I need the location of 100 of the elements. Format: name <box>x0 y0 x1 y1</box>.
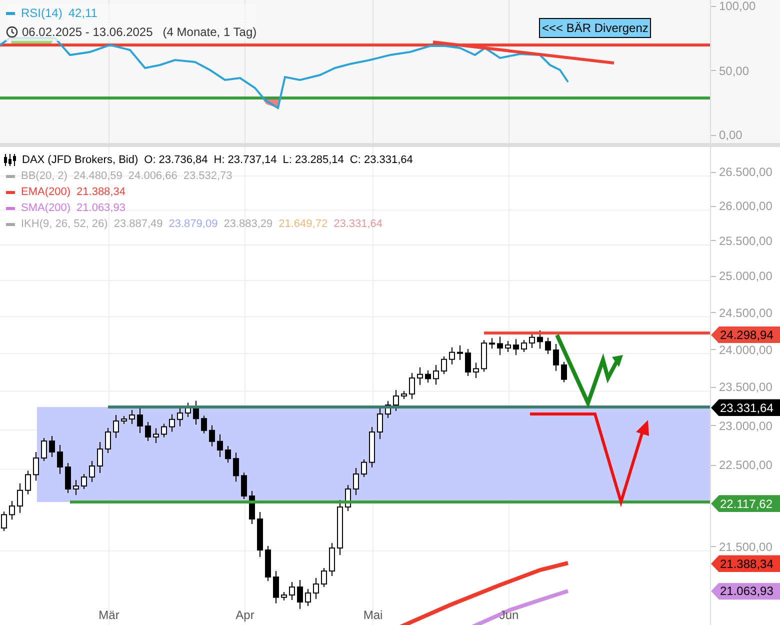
axis-tick-label: 0,00 <box>719 127 742 143</box>
candlestick <box>137 408 143 434</box>
candlestick <box>9 500 15 520</box>
candlestick <box>313 578 319 600</box>
x-axis-label: Jun <box>499 607 519 624</box>
candlestick <box>89 460 95 482</box>
candlestick <box>169 414 175 432</box>
axis-tick-label: 26.500,00 <box>719 164 772 180</box>
axis-tick-label: 23.500,00 <box>719 379 772 396</box>
ohlc-value: C: 23.331,64 <box>350 153 413 168</box>
candlestick <box>305 588 311 606</box>
candlestick <box>441 356 447 374</box>
candlestick <box>121 416 127 424</box>
axis-tick-label: 100,00 <box>719 0 756 14</box>
candlestick <box>289 582 295 600</box>
candlestick <box>521 340 527 352</box>
axis-tick-label: 25.000,00 <box>719 268 772 284</box>
candlestick <box>257 512 263 558</box>
ohlc-value: L: 23.285,14 <box>282 153 344 168</box>
candlestick <box>57 444 63 474</box>
candlestick <box>433 364 439 386</box>
instrument-title: DAX (JFD Brokers, Bid) <box>22 153 138 168</box>
candlestick <box>233 452 239 482</box>
candlestick <box>385 400 391 418</box>
candlestick <box>249 490 255 524</box>
axis-tick-label: 21.500,00 <box>719 538 772 555</box>
candlestick <box>225 446 231 464</box>
indicator-value: 23.883,29 <box>224 217 273 232</box>
axis-tick-label: 50,00 <box>719 62 750 78</box>
candlestick <box>337 500 343 556</box>
candlestick <box>193 400 199 426</box>
candlestick <box>409 372 415 400</box>
candlestick <box>393 390 399 412</box>
candlestick <box>201 415 207 434</box>
clock-icon <box>6 26 18 38</box>
candlestick <box>241 472 247 500</box>
candlestick <box>113 414 119 438</box>
candlestick <box>297 580 303 610</box>
x-axis-label: Apr <box>236 607 254 624</box>
candlestick <box>529 332 535 348</box>
candlestick <box>25 470 31 495</box>
candlestick <box>73 480 79 496</box>
axis-tick-label: 26.000,00 <box>719 198 772 214</box>
period-label: (4 Monate, 1 Tag) <box>162 24 257 41</box>
candlestick <box>161 423 167 438</box>
indicator-value: 24.480,59 <box>73 169 122 184</box>
indicator-value: 21.649,72 <box>278 217 328 232</box>
candlestick <box>281 592 287 601</box>
candlestick <box>537 330 543 350</box>
candlestick <box>145 422 151 442</box>
candlestick <box>401 390 407 400</box>
indicator-value: 23.887,49 <box>114 217 163 232</box>
candlestick <box>465 348 471 376</box>
indicator-value: 24.006,66 <box>128 169 178 184</box>
price-tag: 21.388,34 <box>711 555 780 572</box>
x-axis-label: Mai <box>363 607 383 624</box>
axis-tick-label: 24.500,00 <box>719 304 772 321</box>
candlestick <box>217 434 223 458</box>
candlestick <box>273 570 279 604</box>
candlestick <box>553 344 559 372</box>
candlestick <box>185 402 191 418</box>
indicator-value: 42,11 <box>68 5 98 22</box>
candlestick <box>425 370 431 384</box>
candlestick <box>449 346 455 365</box>
indicator-name: BB(20, 2) <box>21 169 68 184</box>
candlestick <box>153 428 159 444</box>
candlestick <box>41 438 47 462</box>
candlestick <box>177 406 183 427</box>
indicator-value: 21.063,93 <box>76 201 126 216</box>
candlestick <box>457 344 463 360</box>
date-range: 06.02.2025 - 13.06.2025 <box>22 24 153 41</box>
indicator-value: 23.879,09 <box>168 217 218 232</box>
indicator-value: 23.331,64 <box>334 217 383 232</box>
candlestick <box>497 336 503 356</box>
indicator-name: SMA(200) <box>21 201 71 216</box>
candlestick <box>561 361 567 383</box>
indicator-name: IKH(9, 26, 52, 26) <box>21 217 108 232</box>
candlestick <box>129 410 135 424</box>
axis-tick-label: 22.500,00 <box>719 457 772 474</box>
candlestick <box>513 338 519 356</box>
x-axis-label: Mär <box>98 607 120 624</box>
axis-tick-label: 24.000,00 <box>719 342 772 358</box>
candlestick <box>489 338 495 350</box>
axis-tick-label: 23.000,00 <box>719 418 772 434</box>
candlestick <box>417 366 423 386</box>
price-tag: 23.331,64 <box>711 399 780 416</box>
candlestick <box>265 546 271 582</box>
candlestick <box>65 462 71 494</box>
candlestick <box>505 340 511 352</box>
candlestick <box>49 436 55 458</box>
candlestick <box>81 474 87 490</box>
divergence-annotation: <<< BÄR Divergenz <box>539 18 652 38</box>
candlestick <box>377 406 383 440</box>
candlestick <box>321 568 327 588</box>
candlestick <box>545 337 551 354</box>
candlestick <box>17 482 23 514</box>
candlestick <box>329 542 335 576</box>
indicator-name: EMA(200) <box>21 185 71 200</box>
candlestick <box>97 442 103 474</box>
indicator-value: 21.388,34 <box>76 185 126 200</box>
